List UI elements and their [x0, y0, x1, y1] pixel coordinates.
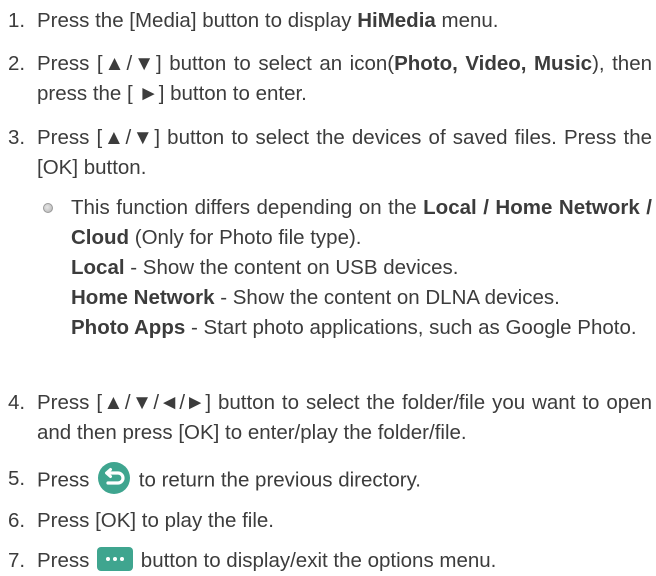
step-text: Press [▲/▼] button to select an icon(Pho…: [37, 52, 652, 105]
step-number: 1.: [8, 9, 26, 32]
step-3: 3. Press [▲/▼] button to select the devi…: [8, 123, 652, 183]
step-7: 7. Press button to display/exit the opti…: [8, 546, 652, 576]
step-number: 2.: [8, 52, 26, 75]
instruction-page: 1. Press the [Media] button to display H…: [0, 0, 656, 575]
media-types-term: Photo, Video, Music: [394, 52, 593, 75]
more-options-icon: [97, 546, 134, 571]
step-4: 4. Press [▲/▼/◄/►] button to select the …: [8, 388, 652, 448]
back-icon: [97, 461, 131, 495]
step-6: 6. Press [OK] to play the file.: [8, 506, 652, 536]
note-item-photo-apps: Photo Apps - Start photo applications, s…: [71, 316, 637, 339]
step-text: Press button to display/exit the options…: [37, 546, 652, 576]
himedia-term: HiMedia: [357, 9, 436, 32]
step-5: 5. Press to return the previous director…: [8, 461, 652, 498]
step-number: 5.: [8, 467, 26, 490]
step-1: 1. Press the [Media] button to display H…: [8, 6, 652, 36]
step-text: Press [OK] to play the file.: [37, 509, 274, 532]
step-number: 3.: [8, 126, 26, 149]
note-text: This function differs depending on the L…: [71, 193, 652, 343]
step-number: 4.: [8, 391, 26, 414]
note-intro: This function differs depending on the L…: [71, 196, 652, 249]
step-text: Press the [Media] button to display HiMe…: [37, 9, 499, 32]
note-item-local: Local - Show the content on USB devices.: [71, 256, 459, 279]
step-text: Press [▲/▼/◄/►] button to select the fol…: [37, 391, 652, 444]
step-2: 2. Press [▲/▼] button to select an icon(…: [8, 49, 652, 109]
step-text: Press [▲/▼] button to select the devices…: [37, 126, 652, 179]
step-number: 7.: [8, 549, 26, 572]
step-text: Press to return the previous directory.: [37, 461, 652, 498]
note-block: This function differs depending on the L…: [37, 193, 652, 343]
note-item-home-network: Home Network - Show the content on DLNA …: [71, 286, 560, 309]
step-number: 6.: [8, 509, 26, 532]
note-bullet-icon: [43, 203, 53, 213]
